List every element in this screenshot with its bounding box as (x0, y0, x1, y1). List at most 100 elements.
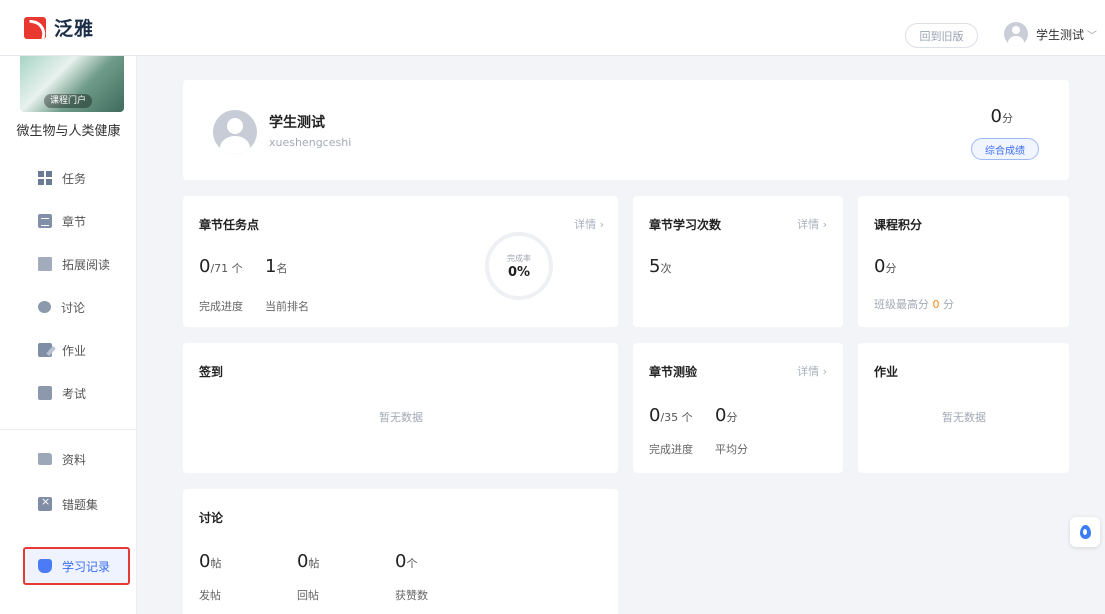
sidebar-item-tasks[interactable]: 任务 (38, 168, 86, 188)
chapter-tasks-rank: 1名 (265, 256, 287, 277)
chapter-quiz-card: 章节测验 详情 › 0/35 个 0分 完成进度 平均分 (633, 343, 843, 473)
quiz-progress-label: 完成进度 (649, 443, 693, 456)
class-max-label: 班级最高分 (874, 298, 929, 311)
course-points-number: 0 (874, 256, 886, 277)
card-title: 章节任务点 (199, 218, 260, 232)
study-count-unit: 次 (660, 262, 672, 275)
chapter-quiz-detail-link[interactable]: 详情 › (797, 363, 827, 379)
homework-card: 作业 暂无数据 (858, 343, 1069, 473)
likes-value: 0 (395, 551, 407, 572)
chapter-icon (38, 214, 52, 228)
course-cover-ribbon: 课程门户 (44, 94, 93, 108)
brand-logo[interactable]: 泛雅 (24, 14, 94, 41)
likes-count: 0个 (395, 551, 417, 572)
overall-grade-button[interactable]: 综合成绩 (971, 138, 1039, 160)
completion-rate-value: 0% (507, 265, 531, 280)
sidebar-item-label: 资料 (62, 452, 87, 467)
chapter-tasks-progress: 0/71 个 (199, 256, 243, 277)
empty-state: 暂无数据 (942, 411, 986, 424)
sidebar-item-label: 讨论 (61, 300, 86, 315)
sidebar-divider (0, 429, 137, 430)
rank-label: 当前排名 (265, 300, 309, 313)
tasks-total: /71 个 (210, 262, 243, 275)
profile-card: 学生测试 xueshengceshi 0分 综合成绩 (183, 80, 1069, 180)
sidebar-item-study-record[interactable]: 学习记录 (38, 556, 110, 576)
posts-value: 0 (199, 551, 211, 572)
exam-icon (38, 386, 52, 400)
detail-link-label: 详情 (797, 365, 820, 378)
brand-name: 泛雅 (54, 18, 95, 40)
class-max-unit: 分 (943, 298, 954, 311)
sidebar-item-wrong-questions[interactable]: 错题集 (38, 494, 98, 514)
quiz-average: 0分 (715, 405, 737, 426)
card-title: 章节测验 (649, 365, 698, 379)
class-max-score: 班级最高分 0 分 (874, 296, 954, 312)
posts-label: 发帖 (199, 589, 221, 602)
fanya-logo-icon (24, 16, 46, 39)
replies-count: 0帖 (297, 551, 319, 572)
student-avatar-icon (213, 110, 257, 154)
sidebar-item-reading[interactable]: 拓展阅读 (38, 254, 110, 274)
record-icon (38, 559, 52, 573)
likes-label: 获赞数 (395, 589, 428, 602)
class-max-value: 0 (932, 298, 940, 311)
study-count-value: 5次 (649, 256, 671, 277)
posts-unit: 帖 (210, 557, 222, 570)
total-score-value: 0 (990, 106, 1002, 127)
sidebar: 课程门户 微生物与人类健康 任务 章节 拓展阅读 讨论 作业 考试 资料 错题集… (0, 56, 137, 614)
replies-label: 回帖 (297, 589, 319, 602)
card-title: 作业 (874, 365, 899, 379)
student-account: xueshengceshi (269, 136, 352, 149)
total-score-unit: 分 (1002, 112, 1013, 125)
sidebar-item-label: 任务 (62, 171, 87, 186)
sidebar-item-discussion[interactable]: 讨论 (38, 297, 85, 317)
grid-icon (38, 171, 52, 185)
course-points-unit: 分 (885, 262, 897, 275)
book-icon (38, 257, 52, 271)
assistant-float-button[interactable] (1070, 517, 1100, 547)
sidebar-item-label: 错题集 (62, 497, 99, 512)
sidebar-item-homework[interactable]: 作业 (38, 340, 86, 360)
rank-unit: 名 (276, 262, 288, 275)
quiz-completed: 0 (649, 405, 661, 426)
chevron-down-icon: ﹀ (1087, 30, 1098, 42)
chapter-tasks-card: 章节任务点 详情 › 0/71 个 1名 完成进度 当前排名 完成率 0% (183, 196, 618, 327)
rank-value: 1 (265, 256, 277, 277)
posts-count: 0帖 (199, 551, 221, 572)
card-title: 讨论 (199, 511, 224, 525)
replies-value: 0 (297, 551, 309, 572)
wrong-book-icon (38, 495, 52, 511)
detail-link-label: 详情 (797, 218, 820, 231)
card-title: 课程积分 (874, 218, 923, 232)
course-name: 微生物与人类健康 (16, 124, 121, 139)
study-count-card: 章节学习次数 详情 › 5次 (633, 196, 843, 327)
discussion-card: 讨论 0帖 0帖 0个 发帖 回帖 获赞数 (183, 489, 618, 614)
sidebar-item-label: 学习记录 (62, 559, 111, 574)
replies-unit: 帖 (308, 557, 320, 570)
card-title: 签到 (199, 365, 224, 379)
old-version-button[interactable]: 回到旧版 (905, 23, 978, 48)
course-points-card: 课程积分 0分 班级最高分 0 分 (858, 196, 1069, 327)
droplet-icon (1080, 525, 1091, 539)
sidebar-item-label: 章节 (62, 214, 87, 229)
study-count-detail-link[interactable]: 详情 › (797, 216, 827, 232)
detail-link-label: 详情 (574, 218, 597, 231)
completion-rate-ring: 完成率 0% (485, 232, 553, 300)
sidebar-item-chapters[interactable]: 章节 (38, 211, 86, 231)
user-menu[interactable]: 学生测试 ﹀ (1004, 22, 1097, 46)
edit-icon (38, 343, 52, 357)
user-avatar-icon (1004, 22, 1028, 46)
sidebar-item-materials[interactable]: 资料 (38, 449, 86, 469)
quiz-total: /35 个 (660, 411, 693, 424)
sidebar-item-label: 拓展阅读 (62, 257, 111, 272)
chapter-tasks-detail-link[interactable]: 详情 › (574, 216, 604, 232)
progress-label: 完成进度 (199, 300, 243, 313)
quiz-avg-value: 0 (715, 405, 727, 426)
course-cover-image[interactable]: 课程门户 (20, 56, 124, 112)
quiz-avg-unit: 分 (726, 411, 738, 424)
empty-state: 暂无数据 (379, 411, 423, 424)
sidebar-item-label: 作业 (62, 343, 87, 358)
sidebar-item-exam[interactable]: 考试 (38, 383, 86, 403)
checkin-card: 签到 暂无数据 (183, 343, 618, 473)
study-count-number: 5 (649, 256, 661, 277)
